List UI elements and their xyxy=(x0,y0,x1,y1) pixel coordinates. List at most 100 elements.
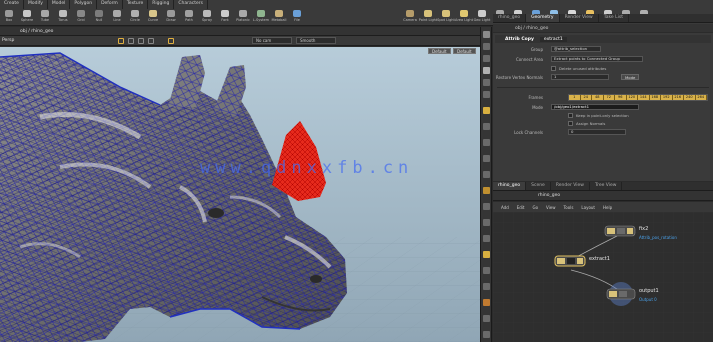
param-lock-field[interactable]: 0 xyxy=(568,129,626,135)
display-menu[interactable]: Smooth xyxy=(296,37,336,44)
viewport-path[interactable]: obj / rhino_geo xyxy=(20,29,53,34)
shelf-tool-button[interactable]: Draw xyxy=(162,9,180,26)
move-tool-icon[interactable] xyxy=(128,38,134,44)
network-menu-item[interactable]: Edit xyxy=(517,205,525,210)
strip-handle-icon[interactable] xyxy=(483,251,490,258)
node-name-field[interactable]: extract1 xyxy=(539,36,567,42)
viewport-3d[interactable] xyxy=(0,47,480,342)
param-path[interactable]: obj / rhino_geo xyxy=(515,26,548,31)
viewport-ref-button-1[interactable]: Default xyxy=(428,48,451,54)
network-menu-item[interactable]: Help xyxy=(603,205,612,210)
shelf-tab[interactable]: Characters xyxy=(174,0,208,9)
network-menu-item[interactable]: Layout xyxy=(581,205,595,210)
strip-face-icon[interactable] xyxy=(483,171,490,178)
rotate-tool-icon[interactable] xyxy=(138,38,144,44)
tab-param-4[interactable]: Take List xyxy=(599,14,629,22)
network-menu-item[interactable]: View xyxy=(546,205,556,210)
shelf-tab[interactable]: Model xyxy=(48,0,71,9)
strip-view-icon[interactable] xyxy=(483,43,490,50)
strip-light-link-icon[interactable] xyxy=(483,299,490,306)
frame-cell[interactable]: 216 xyxy=(672,95,684,100)
shelf-tool-button[interactable]: Null xyxy=(90,9,108,26)
shelf-tool-button[interactable]: Camera xyxy=(401,9,419,26)
param-mode-path-field[interactable]: /obj/geo1/extract1 xyxy=(551,104,639,110)
shelf-tool-button[interactable]: Torus xyxy=(54,9,72,26)
viewport-label[interactable]: Persp xyxy=(2,38,14,43)
shelf-tool-button[interactable]: Curve xyxy=(144,9,162,26)
strip-render-icon[interactable] xyxy=(483,267,490,274)
node-extract1[interactable] xyxy=(554,255,586,267)
shelf-tool-button[interactable]: Path xyxy=(180,9,198,26)
tab-param-3[interactable]: Render View xyxy=(560,14,599,22)
strip-shade-icon[interactable] xyxy=(483,79,490,86)
frame-cell[interactable]: 48 xyxy=(592,95,604,100)
strip-select-icon[interactable] xyxy=(483,31,490,38)
strip-normals-icon[interactable] xyxy=(483,235,490,242)
shelf-tool-button[interactable]: Line xyxy=(108,9,126,26)
shelf-tool-button[interactable]: L-System xyxy=(252,9,270,26)
frame-cell[interactable]: 96 xyxy=(615,95,627,100)
shelf-tab[interactable]: Deform xyxy=(97,0,123,9)
node-fix2[interactable] xyxy=(604,225,636,237)
param-mode-button[interactable]: Mode xyxy=(621,74,640,80)
network-path[interactable]: rhino_geo xyxy=(538,193,560,198)
tab-net-3[interactable]: Render View xyxy=(551,182,590,190)
frame-cell[interactable]: 144 xyxy=(638,95,650,100)
shelf-tab[interactable]: Rigging xyxy=(148,0,175,9)
shelf-tool-button[interactable]: Spot Light xyxy=(437,9,455,26)
shelf-tool-button[interactable]: File xyxy=(288,9,306,26)
shelf-tab[interactable]: Texture xyxy=(123,0,149,9)
frame-cell[interactable]: 72 xyxy=(603,95,615,100)
strip-flip-icon[interactable] xyxy=(483,283,490,290)
network-menu-item[interactable]: Tools xyxy=(564,205,574,210)
shelf-tool-button[interactable]: Area Light xyxy=(455,9,473,26)
snap-tool-icon[interactable] xyxy=(168,38,174,44)
strip-edge-icon[interactable] xyxy=(483,155,490,162)
camera-menu[interactable]: No cam xyxy=(252,37,292,44)
shelf-tool-button[interactable]: Platonic xyxy=(234,9,252,26)
strip-snap-icon[interactable] xyxy=(483,107,490,114)
select-tool-icon[interactable] xyxy=(118,38,124,44)
frame-cell[interactable]: 24 xyxy=(580,95,592,100)
shelf-tool-button[interactable]: Metaball xyxy=(270,9,288,26)
strip-wire-icon[interactable] xyxy=(483,91,490,98)
param-connect-menu[interactable]: Extract points to Connected Group xyxy=(551,56,643,62)
param-group-field[interactable]: @attrib_selection xyxy=(551,46,601,52)
strip-template-icon[interactable] xyxy=(483,203,490,210)
shelf-tool-button[interactable]: Spray xyxy=(198,9,216,26)
shelf-tool-button[interactable]: Geo Light xyxy=(473,9,491,26)
tab-param-2[interactable]: Geometry xyxy=(526,14,560,22)
strip-ghost-icon[interactable] xyxy=(483,219,490,226)
strip-point-icon[interactable] xyxy=(483,139,490,146)
shelf-tool-button[interactable]: Point Light xyxy=(419,9,437,26)
shelf-tab[interactable]: Create xyxy=(0,0,24,9)
tab-param-1[interactable]: rhino_geo xyxy=(493,14,527,22)
strip-light-icon[interactable] xyxy=(483,67,490,74)
param-normals-field[interactable]: 1 xyxy=(551,74,609,80)
shelf-tab[interactable]: Polygon xyxy=(70,0,98,9)
tab-net-1[interactable]: rhino_geo xyxy=(493,182,527,190)
shelf-tool-button[interactable]: Grid xyxy=(72,9,90,26)
strip-info-icon[interactable] xyxy=(483,315,490,322)
frame-cell[interactable]: 1 xyxy=(569,95,581,100)
shelf-tool-button[interactable]: Font xyxy=(216,9,234,26)
keep-selection-checkbox[interactable] xyxy=(568,113,573,118)
assign-normals-checkbox[interactable] xyxy=(568,121,573,126)
strip-object-icon[interactable] xyxy=(483,187,490,194)
delete-unused-checkbox[interactable] xyxy=(551,66,556,71)
strip-more-icon[interactable] xyxy=(483,331,490,338)
shelf-tool-button[interactable]: Circle xyxy=(126,9,144,26)
strip-grid-icon[interactable] xyxy=(483,123,490,130)
tab-net-4[interactable]: Tree View xyxy=(590,182,623,190)
shelf-tool-button[interactable]: Tube xyxy=(36,9,54,26)
shelf-tab[interactable]: Modify xyxy=(24,0,48,9)
frame-range-strip[interactable]: 1 24 48 72 96 120 144 168 192 216 240 264 xyxy=(568,94,708,101)
network-editor[interactable]: fix2 Attrib_pos_rotation extract1 output… xyxy=(493,212,713,342)
network-menu-item[interactable]: Add xyxy=(501,205,509,210)
viewport-ref-button-2[interactable]: Default xyxy=(453,48,476,54)
scale-tool-icon[interactable] xyxy=(148,38,154,44)
frame-cell[interactable]: 240 xyxy=(684,95,696,100)
network-menu-item[interactable]: Go xyxy=(533,205,539,210)
frame-cell[interactable]: 120 xyxy=(626,95,638,100)
strip-camera-icon[interactable] xyxy=(483,55,490,62)
